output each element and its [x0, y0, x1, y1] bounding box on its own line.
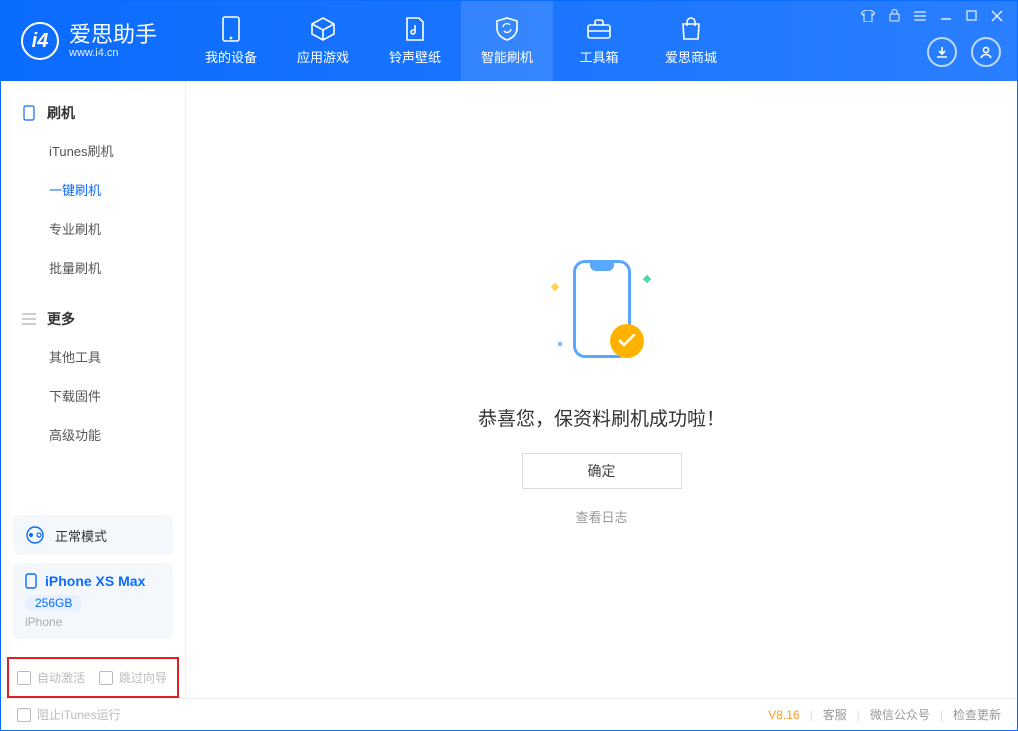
header-right [927, 37, 1001, 67]
device-icon [217, 17, 245, 41]
sidebar-group-more: 更多 [1, 301, 185, 337]
sidebar-item-download-firmware[interactable]: 下载固件 [1, 376, 185, 415]
view-log-link[interactable]: 查看日志 [575, 507, 627, 526]
statusbar: 阻止iTunes运行 V8.16 | 客服 | 微信公众号 | 检查更新 [1, 698, 1017, 730]
success-illustration [542, 254, 662, 374]
tab-toolbox[interactable]: 工具箱 [553, 1, 645, 81]
checkmark-badge-icon [610, 324, 644, 358]
sidebar-item-oneclick-flash[interactable]: 一键刷机 [1, 170, 185, 209]
tab-label: 铃声壁纸 [389, 47, 441, 66]
sidebar-group-flash: 刷机 [1, 95, 185, 131]
maximize-icon[interactable] [966, 10, 977, 21]
menu-icon[interactable] [914, 11, 926, 21]
music-file-icon [401, 17, 429, 41]
lock-icon[interactable] [889, 9, 900, 22]
mode-card[interactable]: 正常模式 [13, 515, 173, 555]
nav-tabs: 我的设备 应用游戏 铃声壁纸 智能刷机 工具箱 爱思商城 [185, 1, 737, 81]
checkbox-label: 阻止iTunes运行 [37, 706, 121, 723]
phone-small-icon [25, 573, 37, 589]
sidebar-item-pro-flash[interactable]: 专业刷机 [1, 209, 185, 248]
tab-label: 应用游戏 [297, 47, 349, 66]
device-name-text: iPhone XS Max [45, 573, 145, 589]
sparkle-icon [642, 274, 650, 282]
checkbox-icon [17, 671, 31, 685]
checkbox-label: 自动激活 [37, 669, 85, 686]
wechat-link[interactable]: 微信公众号 [870, 706, 930, 723]
user-icon[interactable] [971, 37, 1001, 67]
app-name: 爱思助手 [69, 23, 157, 47]
logo-icon: i4 [21, 22, 59, 60]
version-label: V8.16 [768, 708, 799, 722]
toolbox-icon [585, 17, 613, 41]
tab-label: 智能刷机 [481, 47, 533, 66]
sidebar: 刷机 iTunes刷机 一键刷机 专业刷机 批量刷机 更多 其他工具 下载固件 … [1, 81, 186, 698]
tshirt-icon[interactable] [861, 10, 875, 22]
tab-label: 爱思商城 [665, 47, 717, 66]
capacity-badge: 256GB [25, 595, 82, 611]
sidebar-item-advanced[interactable]: 高级功能 [1, 415, 185, 454]
tab-ringtones-wallpapers[interactable]: 铃声壁纸 [369, 1, 461, 81]
tab-store[interactable]: 爱思商城 [645, 1, 737, 81]
shield-sync-icon [493, 17, 521, 41]
checkbox-skip-guide[interactable]: 跳过向导 [99, 669, 167, 686]
group-title: 刷机 [47, 103, 75, 123]
sidebar-item-batch-flash[interactable]: 批量刷机 [1, 248, 185, 287]
cube-icon [309, 17, 337, 41]
minimize-icon[interactable] [940, 10, 952, 22]
bag-icon [677, 17, 705, 41]
tab-smart-flash[interactable]: 智能刷机 [461, 1, 553, 81]
list-icon [21, 311, 37, 327]
checkbox-label: 跳过向导 [119, 669, 167, 686]
ok-button[interactable]: 确定 [522, 453, 682, 489]
sidebar-status: 正常模式 iPhone XS Max 256GB iPhone [13, 515, 173, 639]
close-icon[interactable] [991, 10, 1003, 22]
checkbox-icon [17, 708, 31, 722]
mode-label: 正常模式 [55, 526, 107, 545]
checkbox-auto-activate[interactable]: 自动激活 [17, 669, 85, 686]
window-controls [861, 9, 1003, 22]
tab-label: 我的设备 [205, 47, 257, 66]
sidebar-item-other-tools[interactable]: 其他工具 [1, 337, 185, 376]
titlebar: i4 爱思助手 www.i4.cn 我的设备 应用游戏 铃声壁纸 智能刷机 [1, 1, 1017, 81]
support-link[interactable]: 客服 [823, 706, 847, 723]
device-type: iPhone [25, 615, 161, 629]
checkbox-block-itunes[interactable]: 阻止iTunes运行 [17, 706, 121, 723]
app-logo: i4 爱思助手 www.i4.cn [21, 22, 157, 60]
group-title: 更多 [47, 309, 75, 329]
highlight-box: 自动激活 跳过向导 [7, 657, 179, 698]
check-update-link[interactable]: 检查更新 [953, 706, 1001, 723]
app-domain: www.i4.cn [69, 47, 157, 59]
app-window: i4 爱思助手 www.i4.cn 我的设备 应用游戏 铃声壁纸 智能刷机 [0, 0, 1018, 731]
phone-notch-icon [590, 263, 614, 271]
sidebar-item-itunes-flash[interactable]: iTunes刷机 [1, 131, 185, 170]
device-card[interactable]: iPhone XS Max 256GB iPhone [13, 563, 173, 639]
sparkle-icon [550, 282, 558, 290]
success-message: 恭喜您，保资料刷机成功啦！ [478, 404, 725, 431]
download-icon[interactable] [927, 37, 957, 67]
body: 刷机 iTunes刷机 一键刷机 专业刷机 批量刷机 更多 其他工具 下载固件 … [1, 81, 1017, 698]
tab-apps-games[interactable]: 应用游戏 [277, 1, 369, 81]
checkbox-icon [99, 671, 113, 685]
tab-my-device[interactable]: 我的设备 [185, 1, 277, 81]
tab-label: 工具箱 [580, 47, 619, 66]
phone-icon [21, 105, 37, 121]
main-content: 恭喜您，保资料刷机成功啦！ 确定 查看日志 [186, 81, 1017, 698]
sparkle-icon [557, 341, 563, 347]
mode-icon [25, 525, 45, 545]
